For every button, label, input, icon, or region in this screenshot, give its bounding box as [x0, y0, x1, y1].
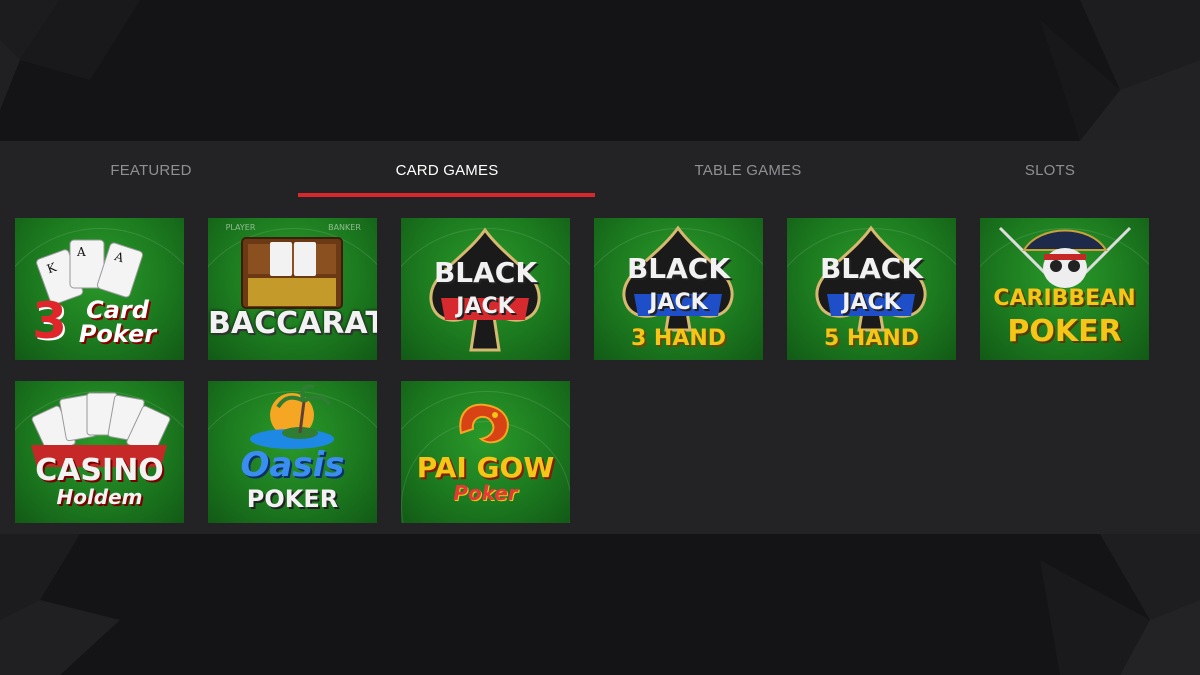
category-tabs: FEATURED CARD GAMES TABLE GAMES SLOTS — [0, 141, 1200, 199]
logo-text-line1: BLACK — [433, 256, 538, 289]
active-tab-indicator — [298, 193, 595, 197]
logo-text-line1: PAI GOW — [416, 451, 555, 484]
game-tile-black-jack[interactable]: BLACK JACK — [401, 218, 570, 360]
logo-text-line3: Poker — [78, 320, 157, 348]
tab-table-games[interactable]: TABLE GAMES — [597, 141, 899, 199]
tab-card-games[interactable]: CARD GAMES — [296, 141, 598, 199]
logo-text-line2: JACK — [456, 294, 515, 319]
logo-text-line1: CASINO — [35, 453, 164, 488]
logo-text-line3: 5 HAND — [823, 326, 920, 351]
logo-text: BACCARAT — [208, 306, 377, 341]
logo-text-line2: JACK — [649, 290, 708, 315]
games-panel: FEATURED CARD GAMES TABLE GAMES SLOTS K … — [0, 141, 1200, 534]
game-tile-oasis-poker[interactable]: Oasis POKER — [208, 381, 377, 523]
logo-text-line2: Poker — [453, 481, 518, 505]
logo-text-line1: BLACK — [819, 252, 924, 285]
logo-text-line2: POKER — [246, 485, 339, 513]
game-tile-casino-holdem[interactable]: CASINO Holdem — [15, 381, 184, 523]
logo-text-line1: BLACK — [626, 252, 731, 285]
game-tile-black-jack-3-hand[interactable]: BLACK JACK 3 HAND — [594, 218, 763, 360]
logo-text-line2: Holdem — [56, 485, 143, 509]
svg-text:A: A — [76, 245, 86, 259]
logo-text-line1: Oasis — [240, 445, 345, 485]
logo-text-line3: 3 HAND — [630, 326, 727, 351]
logo-text-line1: CARIBBEAN — [993, 286, 1136, 311]
game-tile-baccarat[interactable]: PLAYER BANKER BACCARAT — [208, 218, 377, 360]
game-tile-3-card-poker[interactable]: K A A 3 Card Poker — [15, 218, 184, 360]
game-tile-black-jack-5-hand[interactable]: BLACK JACK 5 HAND — [787, 218, 956, 360]
game-tile-pai-gow-poker[interactable]: PAI GOW Poker — [401, 381, 570, 523]
game-tile-caribbean-poker[interactable]: CARIBBEAN POKER — [980, 218, 1149, 360]
tab-featured[interactable]: FEATURED — [0, 141, 302, 199]
spade-icon — [429, 227, 541, 352]
logo-text-line2: POKER — [1007, 314, 1122, 349]
tab-slots[interactable]: SLOTS — [899, 141, 1200, 199]
logo-text-line2: JACK — [842, 290, 901, 315]
